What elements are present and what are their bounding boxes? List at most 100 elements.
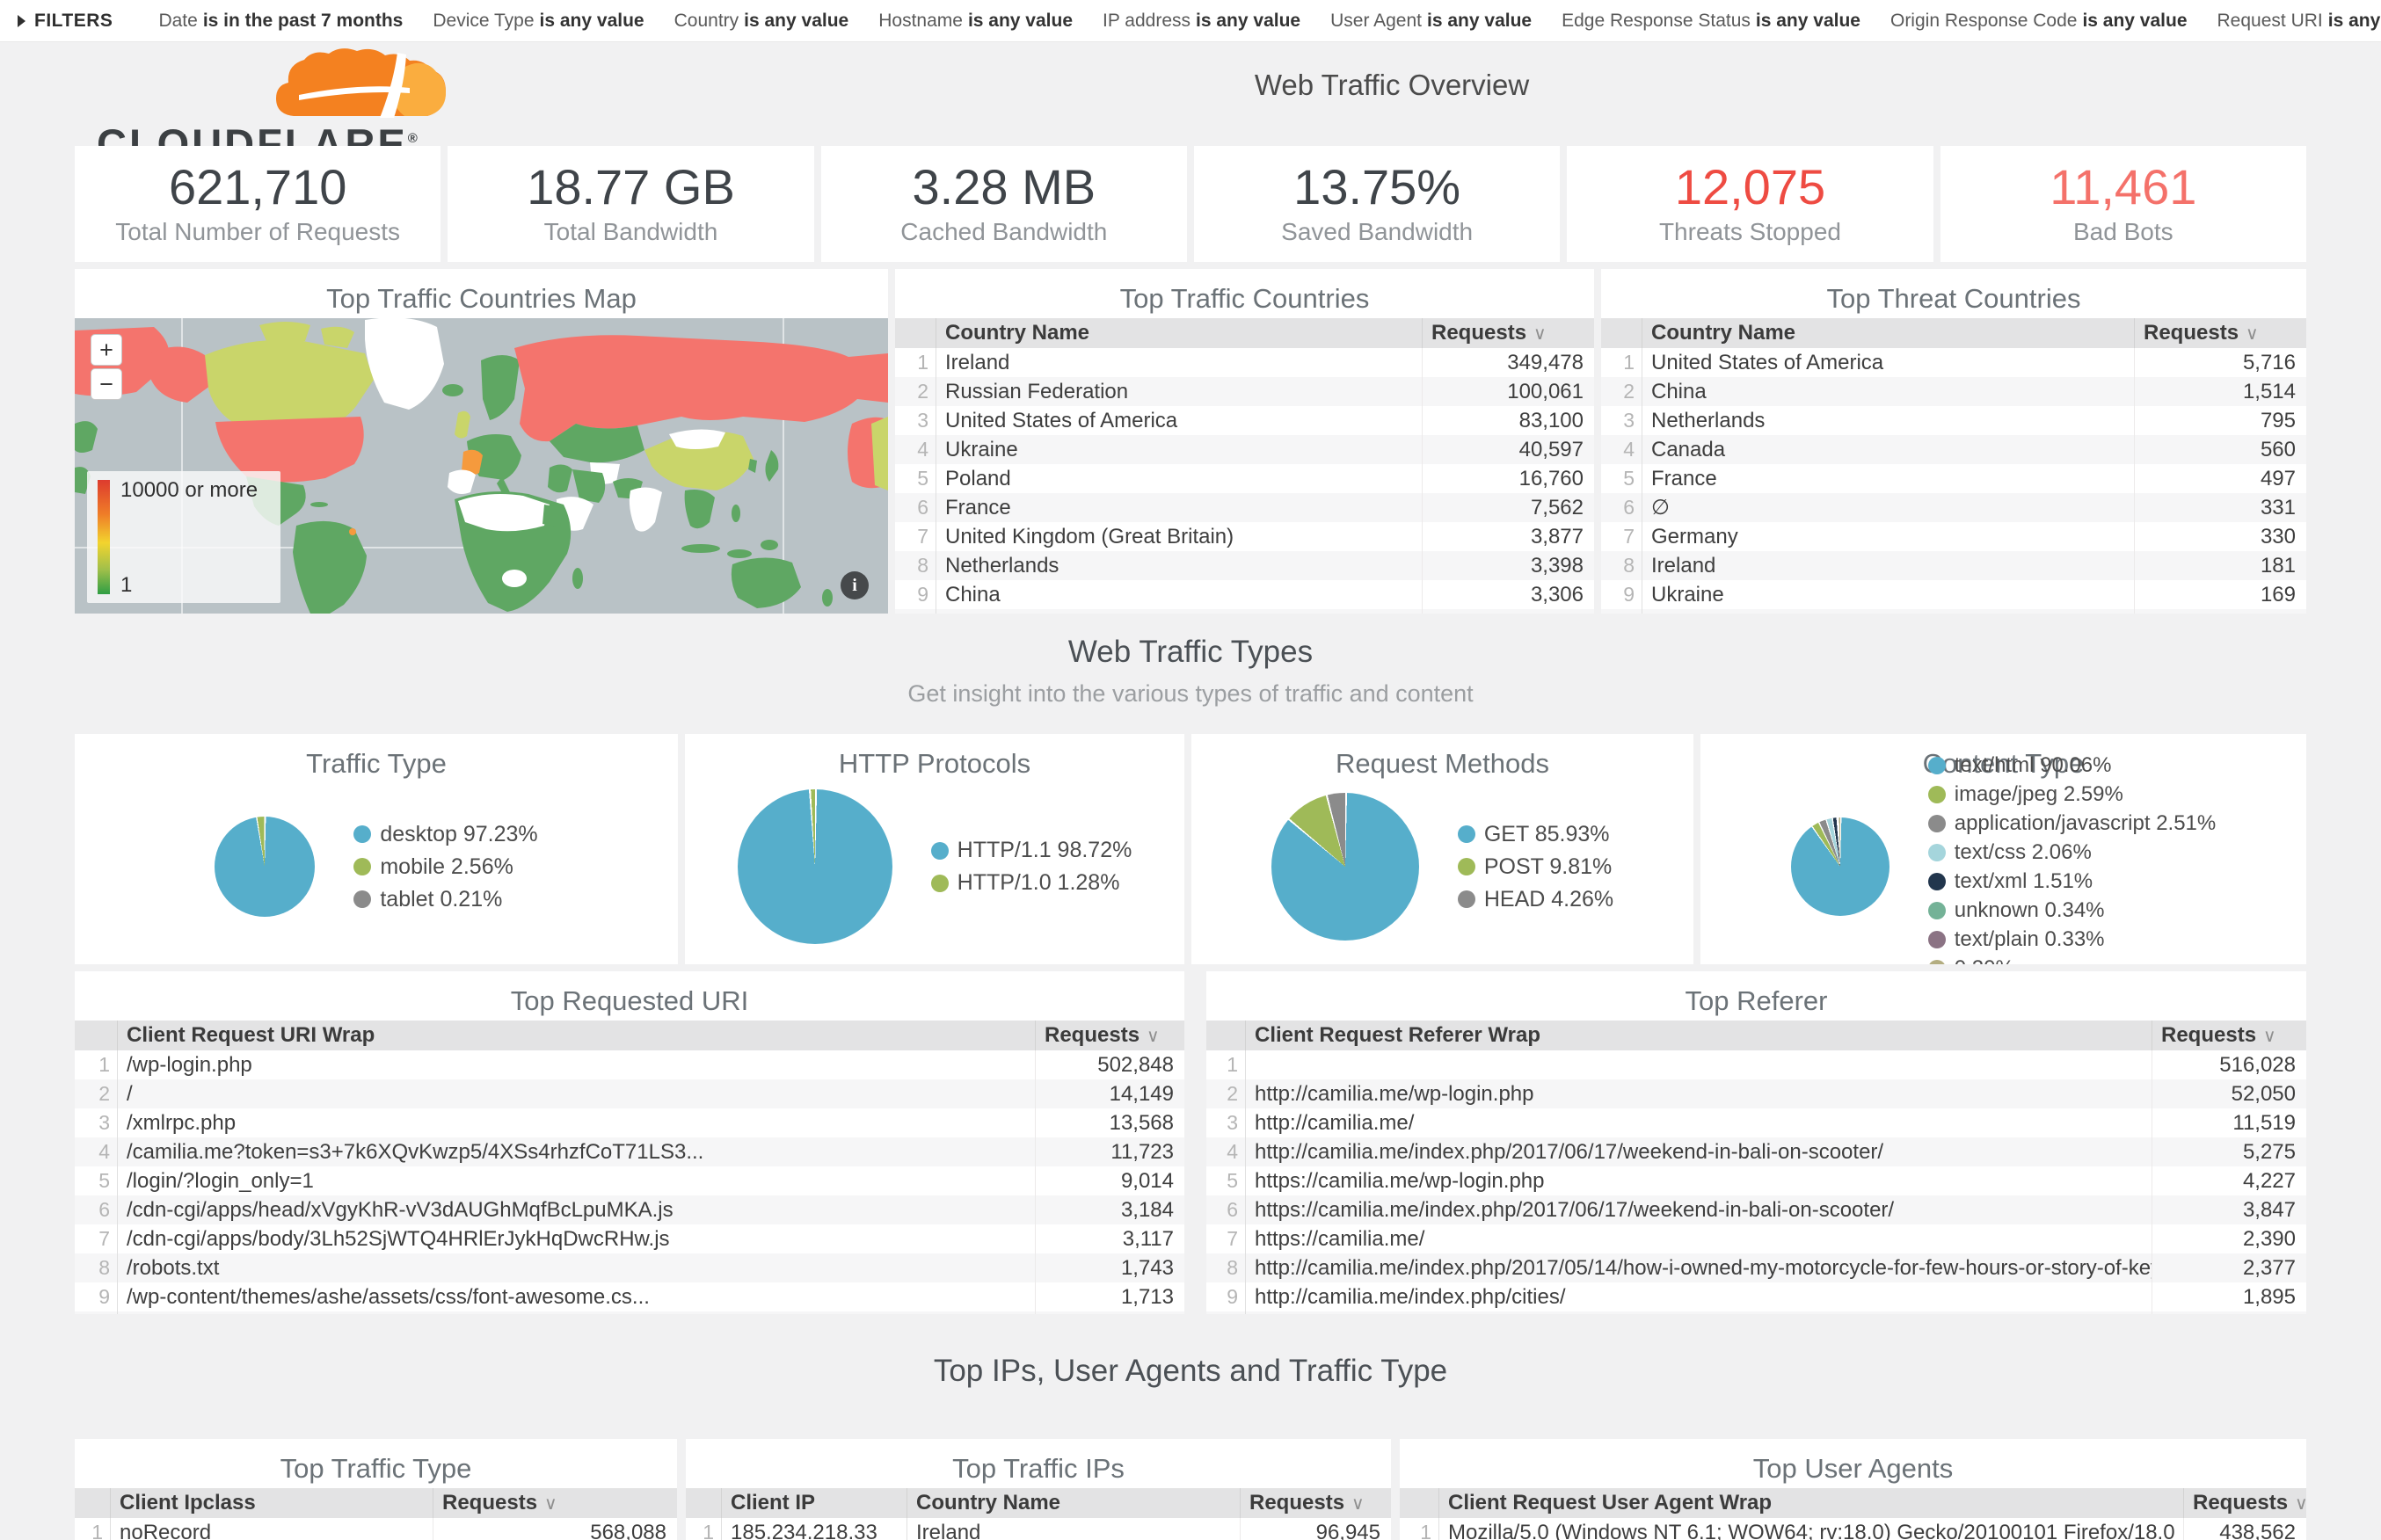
- cell-country[interactable]: Canada: [936, 609, 1422, 614]
- info-icon[interactable]: i: [841, 571, 869, 599]
- sort-desc-icon[interactable]: ∨: [1351, 1493, 1365, 1515]
- cell-uri[interactable]: /camilia.me?token=s3+7k6XQvKwzp5/4XSs4rh…: [117, 1137, 1035, 1166]
- cell-country[interactable]: Ireland: [1642, 551, 2134, 580]
- legend-item[interactable]: mobile 2.56%: [353, 854, 537, 880]
- cell-referer[interactable]: http://camilia.me/: [1245, 1108, 2152, 1137]
- legend-item[interactable]: POST 9.81%: [1458, 854, 1613, 880]
- cell-uri[interactable]: /cdn-cgi/apps/body/3Lh52SjWTQ4HRlErJykHq…: [117, 1224, 1035, 1253]
- filter-item-ip-address[interactable]: IP addressis any value: [1103, 11, 1300, 32]
- cell-country[interactable]: United Kingdom (Great Britain): [936, 522, 1422, 551]
- legend-item[interactable]: HTTP/1.0 1.28%: [931, 870, 1132, 896]
- cell-requests[interactable]: 96,945: [1240, 1518, 1391, 1540]
- cell-requests[interactable]: 13,568: [1035, 1108, 1184, 1137]
- legend-item[interactable]: application/javascript 2.51%: [1928, 811, 2217, 836]
- cell-referer[interactable]: http://camilia.me/index.php/about/: [1245, 1311, 2152, 1314]
- cell-uri[interactable]: /: [117, 1079, 1035, 1108]
- cell-requests[interactable]: 83,100: [1422, 406, 1594, 435]
- kpi-value[interactable]: 12,075: [1675, 162, 1825, 214]
- sort-desc-icon[interactable]: ∨: [2263, 1025, 2276, 1047]
- cell-requests[interactable]: 502,848: [1035, 1050, 1184, 1079]
- cell-uri[interactable]: /wp-login.php: [117, 1050, 1035, 1079]
- kpi-value[interactable]: 18.77 GB: [527, 162, 735, 214]
- legend-item[interactable]: desktop 97.23%: [353, 822, 537, 847]
- column-header-client-ip[interactable]: Client IP: [721, 1488, 907, 1518]
- cell-requests[interactable]: 11,723: [1035, 1137, 1184, 1166]
- cell-country[interactable]: France: [1642, 464, 2134, 493]
- column-header-user-agent[interactable]: Client Request User Agent Wrap: [1438, 1488, 2183, 1518]
- cell-client-ip[interactable]: 185.234.218.33: [721, 1518, 907, 1540]
- cell-requests[interactable]: 568,088: [433, 1518, 677, 1540]
- cell-uri[interactable]: /xmlrpc.php: [117, 1108, 1035, 1137]
- cell-country[interactable]: Netherlands: [936, 551, 1422, 580]
- cell-requests[interactable]: 100,061: [1422, 377, 1594, 406]
- cell-requests[interactable]: 438,562: [2183, 1518, 2306, 1540]
- legend-item[interactable]: text/css 2.06%: [1928, 840, 2217, 865]
- column-header-country[interactable]: Country Name: [936, 318, 1422, 348]
- filter-item-edge-response-status[interactable]: Edge Response Statusis any value: [1562, 11, 1860, 32]
- cell-requests[interactable]: 7,562: [1422, 493, 1594, 522]
- filter-item-hostname[interactable]: Hostnameis any value: [878, 11, 1073, 32]
- cell-requests[interactable]: 1,895: [2152, 1282, 2306, 1311]
- cell-requests[interactable]: 330: [2134, 522, 2306, 551]
- cell-country[interactable]: United States of America: [1642, 348, 2134, 377]
- kpi-value[interactable]: 13.75%: [1293, 162, 1460, 214]
- cell-uri[interactable]: /cdn-cgi/apps/head/xVgyKhR-vV3dAUGhMqfBc…: [117, 1195, 1035, 1224]
- cell-referer[interactable]: https://camilia.me/wp-login.php: [1245, 1166, 2152, 1195]
- cell-requests[interactable]: 40,597: [1422, 435, 1594, 464]
- cell-referer[interactable]: http://camilia.me/index.php/2017/06/17/w…: [1245, 1137, 2152, 1166]
- cell-uri[interactable]: /wp-content/themes/ashe/style.css?ver=1.…: [117, 1311, 1035, 1314]
- sort-desc-icon[interactable]: ∨: [544, 1493, 557, 1515]
- cell-requests[interactable]: 2,377: [2152, 1253, 2306, 1282]
- column-header-requests[interactable]: Requests∨: [433, 1488, 677, 1518]
- cell-uri[interactable]: /robots.txt: [117, 1253, 1035, 1282]
- cell-country[interactable]: Netherlands: [1642, 406, 2134, 435]
- cell-requests[interactable]: 1,473: [2152, 1311, 2306, 1314]
- legend-item[interactable]: text/xml 1.51%: [1928, 869, 2217, 894]
- filter-item-user-agent[interactable]: User Agentis any value: [1330, 11, 1532, 32]
- legend-item[interactable]: text/plain 0.33%: [1928, 927, 2217, 952]
- cell-requests[interactable]: 3,398: [1422, 551, 1594, 580]
- cell-requests[interactable]: 1,713: [1035, 1282, 1184, 1311]
- sort-desc-icon[interactable]: ∨: [2295, 1493, 2306, 1515]
- legend-item[interactable]: tablet 0.21%: [353, 887, 537, 912]
- cell-country[interactable]: United States of America: [936, 406, 1422, 435]
- sort-desc-icon[interactable]: ∨: [1147, 1025, 1160, 1047]
- legend-item[interactable]: HEAD 4.26%: [1458, 887, 1613, 912]
- cell-requests[interactable]: 3,245: [1422, 609, 1594, 614]
- zoom-in-button[interactable]: +: [91, 334, 122, 366]
- cell-uri[interactable]: /wp-content/themes/ashe/assets/css/font-…: [117, 1282, 1035, 1311]
- cell-requests[interactable]: 4,227: [2152, 1166, 2306, 1195]
- content-type-pie[interactable]: [1791, 817, 1890, 916]
- cell-requests[interactable]: 3,877: [1422, 522, 1594, 551]
- column-header-country[interactable]: Country Name: [907, 1488, 1240, 1518]
- cell-country[interactable]: Germany: [1642, 522, 2134, 551]
- cell-country[interactable]: Ukraine: [1642, 580, 2134, 609]
- cell-requests[interactable]: 516,028: [2152, 1050, 2306, 1079]
- cell-country[interactable]: Singapore: [1642, 609, 2134, 614]
- filter-item-request-uri[interactable]: Request URIis any value: [2217, 11, 2381, 32]
- legend-item[interactable]: image/jpeg 2.59%: [1928, 782, 2217, 807]
- sort-desc-icon[interactable]: ∨: [1533, 323, 1547, 345]
- cell-requests[interactable]: 159: [2134, 609, 2306, 614]
- cell-referer[interactable]: [1245, 1050, 2152, 1079]
- cell-user-agent[interactable]: Mozilla/5.0 (Windows NT 6.1; WOW64; rv:1…: [1438, 1518, 2183, 1540]
- cell-country[interactable]: China: [936, 580, 1422, 609]
- cell-country[interactable]: Ukraine: [936, 435, 1422, 464]
- cell-requests[interactable]: 5,275: [2152, 1137, 2306, 1166]
- column-header-requests[interactable]: Requests∨: [1240, 1488, 1391, 1518]
- filter-item-date[interactable]: Dateis in the past 7 months: [158, 11, 403, 32]
- cell-country[interactable]: Poland: [936, 464, 1422, 493]
- filter-item-device-type[interactable]: Device Typeis any value: [433, 11, 644, 32]
- cell-requests[interactable]: 181: [2134, 551, 2306, 580]
- request-methods-pie[interactable]: [1271, 793, 1419, 941]
- cell-requests[interactable]: 497: [2134, 464, 2306, 493]
- filters-toggle[interactable]: FILTERS: [18, 11, 113, 32]
- column-header-country[interactable]: Country Name: [1642, 318, 2134, 348]
- cell-requests[interactable]: 3,117: [1035, 1224, 1184, 1253]
- legend-item[interactable]: GET 85.93%: [1458, 822, 1613, 847]
- http-protocols-pie[interactable]: [738, 789, 892, 944]
- cell-requests[interactable]: 16,760: [1422, 464, 1594, 493]
- cell-requests[interactable]: 2,390: [2152, 1224, 2306, 1253]
- cell-referer[interactable]: https://camilia.me/: [1245, 1224, 2152, 1253]
- kpi-value[interactable]: 621,710: [169, 162, 346, 214]
